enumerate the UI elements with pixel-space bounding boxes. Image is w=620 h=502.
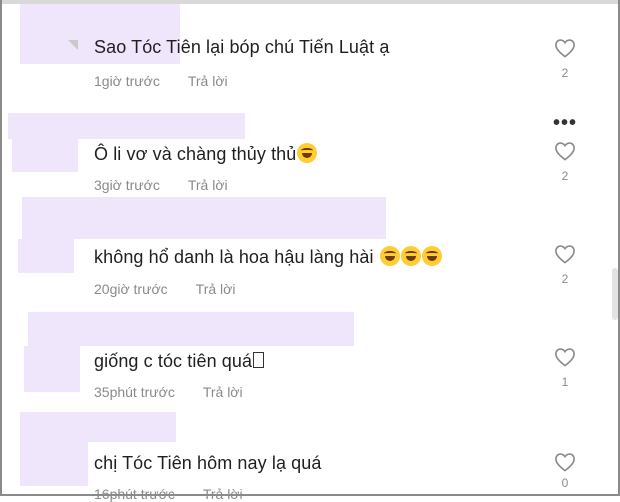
like-button[interactable]: 0 (552, 452, 578, 490)
reply-button[interactable]: Trả lời (188, 177, 228, 193)
heart-outline-icon (555, 142, 575, 161)
comment-meta: 20giờ trước Trả lời (94, 281, 235, 297)
comment-time: 16phút trước (94, 486, 175, 502)
redacted-username (8, 113, 245, 139)
comment-text: Ô li vơ và chàng thủy thủ (94, 143, 318, 165)
face-with-tears-of-joy-icon (421, 246, 442, 266)
reply-button[interactable]: Trả lời (203, 486, 243, 502)
more-dots-icon[interactable]: ••• (553, 113, 577, 133)
heart-outline-icon (555, 39, 575, 58)
comment-meta: 1giờ trước Trả lời (94, 73, 228, 89)
heart-outline-icon (555, 245, 575, 264)
like-count: 0 (561, 476, 569, 490)
avatar (24, 346, 80, 392)
like-button[interactable]: 2 (552, 141, 578, 183)
comment-time: 20giờ trước (94, 281, 168, 297)
like-count: 2 (561, 66, 569, 80)
comment-meta: 16phút trước Trả lời (94, 486, 243, 502)
reply-button[interactable]: Trả lời (203, 384, 243, 400)
face-with-tears-of-joy-icon (400, 246, 421, 266)
like-count: 1 (561, 375, 569, 389)
avatar (20, 442, 88, 486)
avatar (18, 239, 74, 273)
avatar (12, 139, 78, 172)
avatar (68, 40, 78, 50)
comment-text: giống c tóc tiên quá (94, 351, 265, 372)
comment-time: 1giờ trước (94, 73, 160, 89)
comment-meta: 3giờ trước Trả lời (94, 177, 228, 193)
face-with-tears-of-joy-icon (379, 246, 400, 266)
comment-meta: 35phút trước Trả lời (94, 384, 243, 400)
comment-text: không hổ danh là hoa hậu làng hài (94, 246, 442, 268)
like-count: 2 (561, 272, 569, 286)
heart-outline-icon (555, 348, 575, 367)
like-button[interactable]: 2 (552, 244, 578, 286)
redacted-username (28, 312, 354, 346)
comment-text: chị Tóc Tiên hôm nay lạ quá (94, 453, 322, 473)
like-count: 2 (561, 169, 569, 183)
reply-button[interactable]: Trả lời (188, 73, 228, 89)
comment-time: 35phút trước (94, 384, 175, 400)
unknown-glyph (253, 352, 265, 368)
scrollbar[interactable] (612, 268, 618, 320)
redacted-username (22, 197, 386, 239)
like-button[interactable]: 2 (552, 38, 578, 80)
face-with-tears-of-joy-icon (297, 143, 318, 163)
reply-button[interactable]: Trả lời (196, 281, 236, 297)
like-button[interactable]: 1 (552, 347, 578, 389)
comment-time: 3giờ trước (94, 177, 160, 193)
redacted-username (20, 412, 176, 442)
comment-text: Sao Tóc Tiên lại bóp chú Tiến Luật ạ (94, 37, 390, 57)
heart-outline-icon (555, 453, 575, 472)
